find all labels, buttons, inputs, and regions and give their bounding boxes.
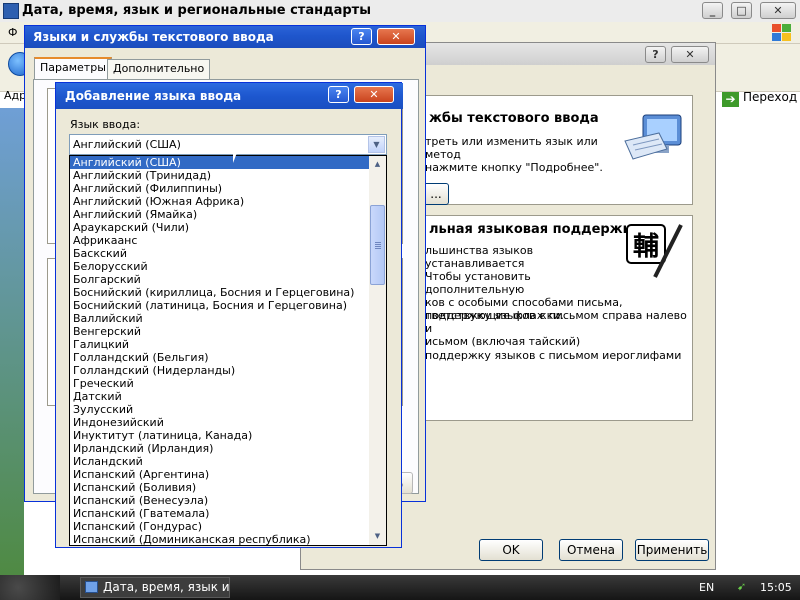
language-list-item[interactable]: Испанский (Гватемала) xyxy=(70,507,386,520)
regional-close-button[interactable]: ✕ xyxy=(671,46,709,63)
text-services-desc: треть или изменить язык или метод нажмит… xyxy=(425,135,603,174)
language-list-item[interactable]: Африкаанс xyxy=(70,234,386,247)
language-list-item[interactable]: Венгерский xyxy=(70,325,386,338)
details-button[interactable]: ... xyxy=(423,183,449,205)
apply-button[interactable]: Применить xyxy=(635,539,709,561)
language-list-item[interactable]: Ирландский (Ирландия) xyxy=(70,442,386,455)
menu-file[interactable]: Ф xyxy=(8,26,17,39)
text-services-title-text: Языки и службы текстового ввода xyxy=(33,30,274,44)
language-list-item[interactable]: Белорусский xyxy=(70,260,386,273)
language-list-item[interactable]: Валлийский xyxy=(70,312,386,325)
language-support-title: льная языковая поддержка xyxy=(429,222,641,237)
cancel-button[interactable]: Отмена xyxy=(559,539,623,561)
ts-close-button[interactable]: ✕ xyxy=(377,28,415,45)
language-list-item[interactable]: Боснийский (латиница, Босния и Герцегови… xyxy=(70,299,386,312)
clock: 15:05 xyxy=(760,581,792,594)
language-list-item[interactable]: Английский (Тринидад) xyxy=(70,169,386,182)
address-label: Адр xyxy=(4,89,27,102)
go-button-label: Переход xyxy=(743,90,798,104)
taskbar: Дата, время, язык и... EN ➹ 15:05 xyxy=(0,575,800,600)
input-language-label: Язык ввода: xyxy=(70,118,141,131)
add-close-button[interactable]: ✕ xyxy=(354,86,394,103)
input-language-value: Английский (США) xyxy=(73,138,181,151)
input-language-combo[interactable]: Английский (США) ▼ xyxy=(69,134,387,155)
maximize-button[interactable]: □ xyxy=(731,2,752,19)
minimize-button[interactable]: _ xyxy=(702,2,723,19)
ideograph-support-checkbox-label[interactable]: поддержку языков с письмом иероглифами xyxy=(425,349,695,362)
language-list-item[interactable]: Английский (США) xyxy=(70,156,370,169)
go-arrow-icon: ➔ xyxy=(722,92,739,107)
tab-advanced[interactable]: Дополнительно xyxy=(107,59,211,79)
language-list-item[interactable]: Греческий xyxy=(70,377,386,390)
taskbar-task-button[interactable]: Дата, время, язык и... xyxy=(80,577,230,598)
list-scrollbar[interactable]: ▲ ▼ xyxy=(369,156,386,545)
text-services-title: жбы текстового ввода xyxy=(429,111,599,126)
scroll-down-icon[interactable]: ▼ xyxy=(369,528,386,545)
language-dropdown-list[interactable]: Английский (США) Английский (Тринидад) Анг… xyxy=(69,155,387,546)
add-language-title-text: Добавление языка ввода xyxy=(65,89,242,103)
language-list-item[interactable]: Зулусский xyxy=(70,403,386,416)
language-list-item[interactable]: Болгарский xyxy=(70,273,386,286)
main-titlebar[interactable]: Дата, время, язык и региональные стандар… xyxy=(0,0,800,22)
start-button[interactable] xyxy=(0,575,60,600)
task-window-icon xyxy=(85,581,98,593)
language-list-item[interactable]: Испанский (Венесуэла) xyxy=(70,494,386,507)
language-list-item[interactable]: Голландский (Бельгия) xyxy=(70,351,386,364)
scroll-up-icon[interactable]: ▲ xyxy=(369,156,386,173)
tab-settings[interactable]: Параметры xyxy=(34,57,112,79)
language-list-item[interactable]: Английский (Южная Африка) xyxy=(70,195,386,208)
language-list-item[interactable]: Исландский xyxy=(70,455,386,468)
add-language-titlebar[interactable]: Добавление языка ввода xyxy=(56,83,403,109)
taskbar-task-label: Дата, время, язык и... xyxy=(103,580,230,594)
language-indicator[interactable]: EN xyxy=(699,581,714,594)
control-panel-icon xyxy=(3,3,19,19)
language-list-item[interactable]: Английский (Филиппины) xyxy=(70,182,386,195)
language-list-item[interactable]: Датский xyxy=(70,390,386,403)
rtl-support-checkbox-label[interactable]: поддержку языков с письмом справа налево… xyxy=(425,309,695,348)
ok-button[interactable]: OK xyxy=(479,539,543,561)
network-icon[interactable]: ➹ xyxy=(737,581,749,593)
language-list-item[interactable]: Испанский (Гондурас) xyxy=(70,520,386,533)
language-list-item[interactable]: Испанский (Доминиканская республика) xyxy=(70,533,386,545)
ts-help-button[interactable]: ? xyxy=(351,28,372,45)
scroll-thumb[interactable] xyxy=(370,205,385,285)
language-list-item[interactable]: Боснийский (кириллица, Босния и Герцегов… xyxy=(70,286,386,299)
add-help-button[interactable]: ? xyxy=(328,86,349,103)
keyboard-monitor-icon xyxy=(623,113,685,165)
mouse-cursor-icon xyxy=(233,145,247,163)
go-button[interactable]: ➔ Переход xyxy=(722,87,798,107)
close-button[interactable]: ✕ xyxy=(760,2,796,19)
language-list-item[interactable]: Араукарский (Чили) xyxy=(70,221,386,234)
language-list-item[interactable]: Голландский (Нидерланды) xyxy=(70,364,386,377)
left-pane xyxy=(0,108,24,575)
chevron-down-icon[interactable]: ▼ xyxy=(368,136,385,153)
windows-logo-icon xyxy=(772,24,792,42)
ideogram-pen-icon: 輔 xyxy=(623,221,687,285)
language-list-item[interactable]: Английский (Ямайка) xyxy=(70,208,386,221)
language-list-item[interactable]: Галицкий xyxy=(70,338,386,351)
regional-help-button[interactable]: ? xyxy=(645,46,666,63)
language-list-item[interactable]: Баскский xyxy=(70,247,386,260)
language-list-item[interactable]: Индонезийский xyxy=(70,416,386,429)
main-title-text: Дата, время, язык и региональные стандар… xyxy=(22,3,371,18)
add-input-language-dialog: Добавление языка ввода ? ✕ Язык ввода: А… xyxy=(55,82,403,548)
svg-text:輔: 輔 xyxy=(633,231,659,262)
language-list-item[interactable]: Инуктитут (латиница, Канада) xyxy=(70,429,386,442)
language-list-item[interactable]: Испанский (Аргентина) xyxy=(70,468,386,481)
language-list-item[interactable]: Испанский (Боливия) xyxy=(70,481,386,494)
